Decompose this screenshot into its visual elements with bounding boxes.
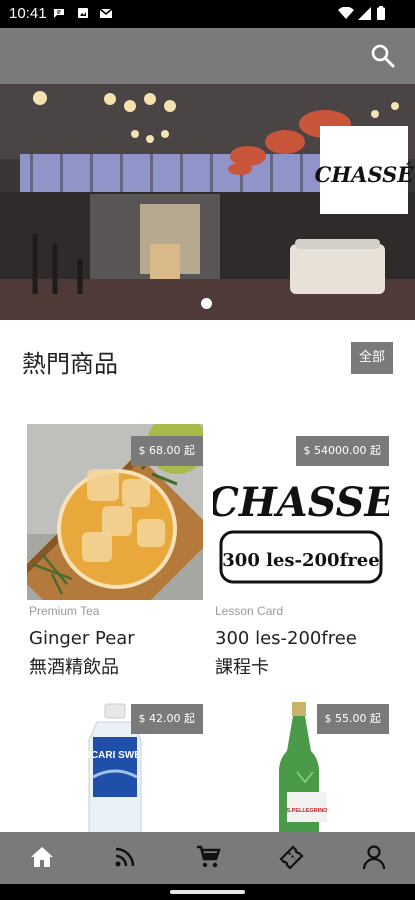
- user-icon: [362, 845, 386, 870]
- card-logo-text: CHASSE: [213, 479, 389, 526]
- chat-notification-icon: [54, 9, 64, 18]
- app-bar: [0, 28, 415, 84]
- nav-home[interactable]: [0, 832, 83, 884]
- bottom-navigation: [0, 832, 415, 884]
- bottle-label-text: POCARI SWEAT: [76, 750, 153, 761]
- photo-notification-icon: [78, 8, 88, 18]
- ticket-icon: [279, 845, 304, 870]
- popular-products-header: 熱門商品 全部: [0, 320, 415, 400]
- product-category: Premium Tea: [29, 604, 100, 618]
- gesture-bar: [0, 884, 415, 900]
- search-icon[interactable]: [369, 42, 397, 70]
- product-name-line1: 300 les-200free: [215, 628, 357, 649]
- product-name-line1: Ginger Pear: [29, 628, 135, 649]
- cart-icon: [197, 845, 221, 868]
- gmail-notification-icon: [99, 8, 113, 18]
- home-icon: [31, 847, 53, 867]
- nav-feed[interactable]: [83, 832, 166, 884]
- card-caption-text: 300 les-200free: [222, 550, 379, 571]
- product-image: POCARI SWEAT $ 42.00 起: [27, 692, 203, 832]
- battery-icon: [377, 6, 385, 20]
- product-image: CHASSE 300 les-200free $ 54000.00 起: [213, 424, 389, 600]
- banner-image: CHASSÉ: [0, 84, 415, 320]
- product-card[interactable]: POCARI SWEAT $ 42.00 起: [27, 692, 203, 832]
- price-badge: $ 54000.00 起: [295, 436, 389, 466]
- price-badge: $ 42.00 起: [130, 704, 203, 734]
- status-bar: 10:41: [0, 0, 415, 28]
- wifi-icon: [338, 7, 354, 19]
- price-badge: $ 55.00 起: [316, 704, 389, 734]
- product-category: Lesson Card: [215, 604, 284, 618]
- view-all-button[interactable]: 全部: [351, 342, 393, 374]
- product-name: 300 les-200free 課程卡: [215, 624, 391, 682]
- nav-tickets[interactable]: [249, 832, 332, 884]
- product-name: Ginger Pear 無酒精飲品: [29, 624, 205, 682]
- product-name-line2: 無酒精飲品: [29, 657, 119, 678]
- bottle-label-text: S.PELLEGRINO: [287, 808, 329, 814]
- banner-logo-text: CHASSÉ: [315, 162, 415, 187]
- section-title: 熱門商品: [22, 350, 118, 378]
- product-image: $ 68.00 起: [27, 424, 203, 600]
- product-image: S.PELLEGRINO $ 55.00 起: [213, 692, 389, 832]
- carousel-indicator-dot[interactable]: [201, 298, 212, 309]
- rss-icon: [115, 847, 135, 867]
- nav-profile[interactable]: [332, 832, 415, 884]
- banner-carousel[interactable]: CHASSÉ: [0, 84, 415, 320]
- signal-icon: [358, 7, 371, 20]
- price-badge: $ 68.00 起: [130, 436, 203, 466]
- product-name-line2: 課程卡: [215, 657, 269, 678]
- product-card[interactable]: S.PELLEGRINO $ 55.00 起: [213, 692, 389, 832]
- nav-cart[interactable]: [166, 832, 249, 884]
- home-indicator[interactable]: [170, 890, 245, 894]
- status-time: 10:41: [9, 5, 47, 22]
